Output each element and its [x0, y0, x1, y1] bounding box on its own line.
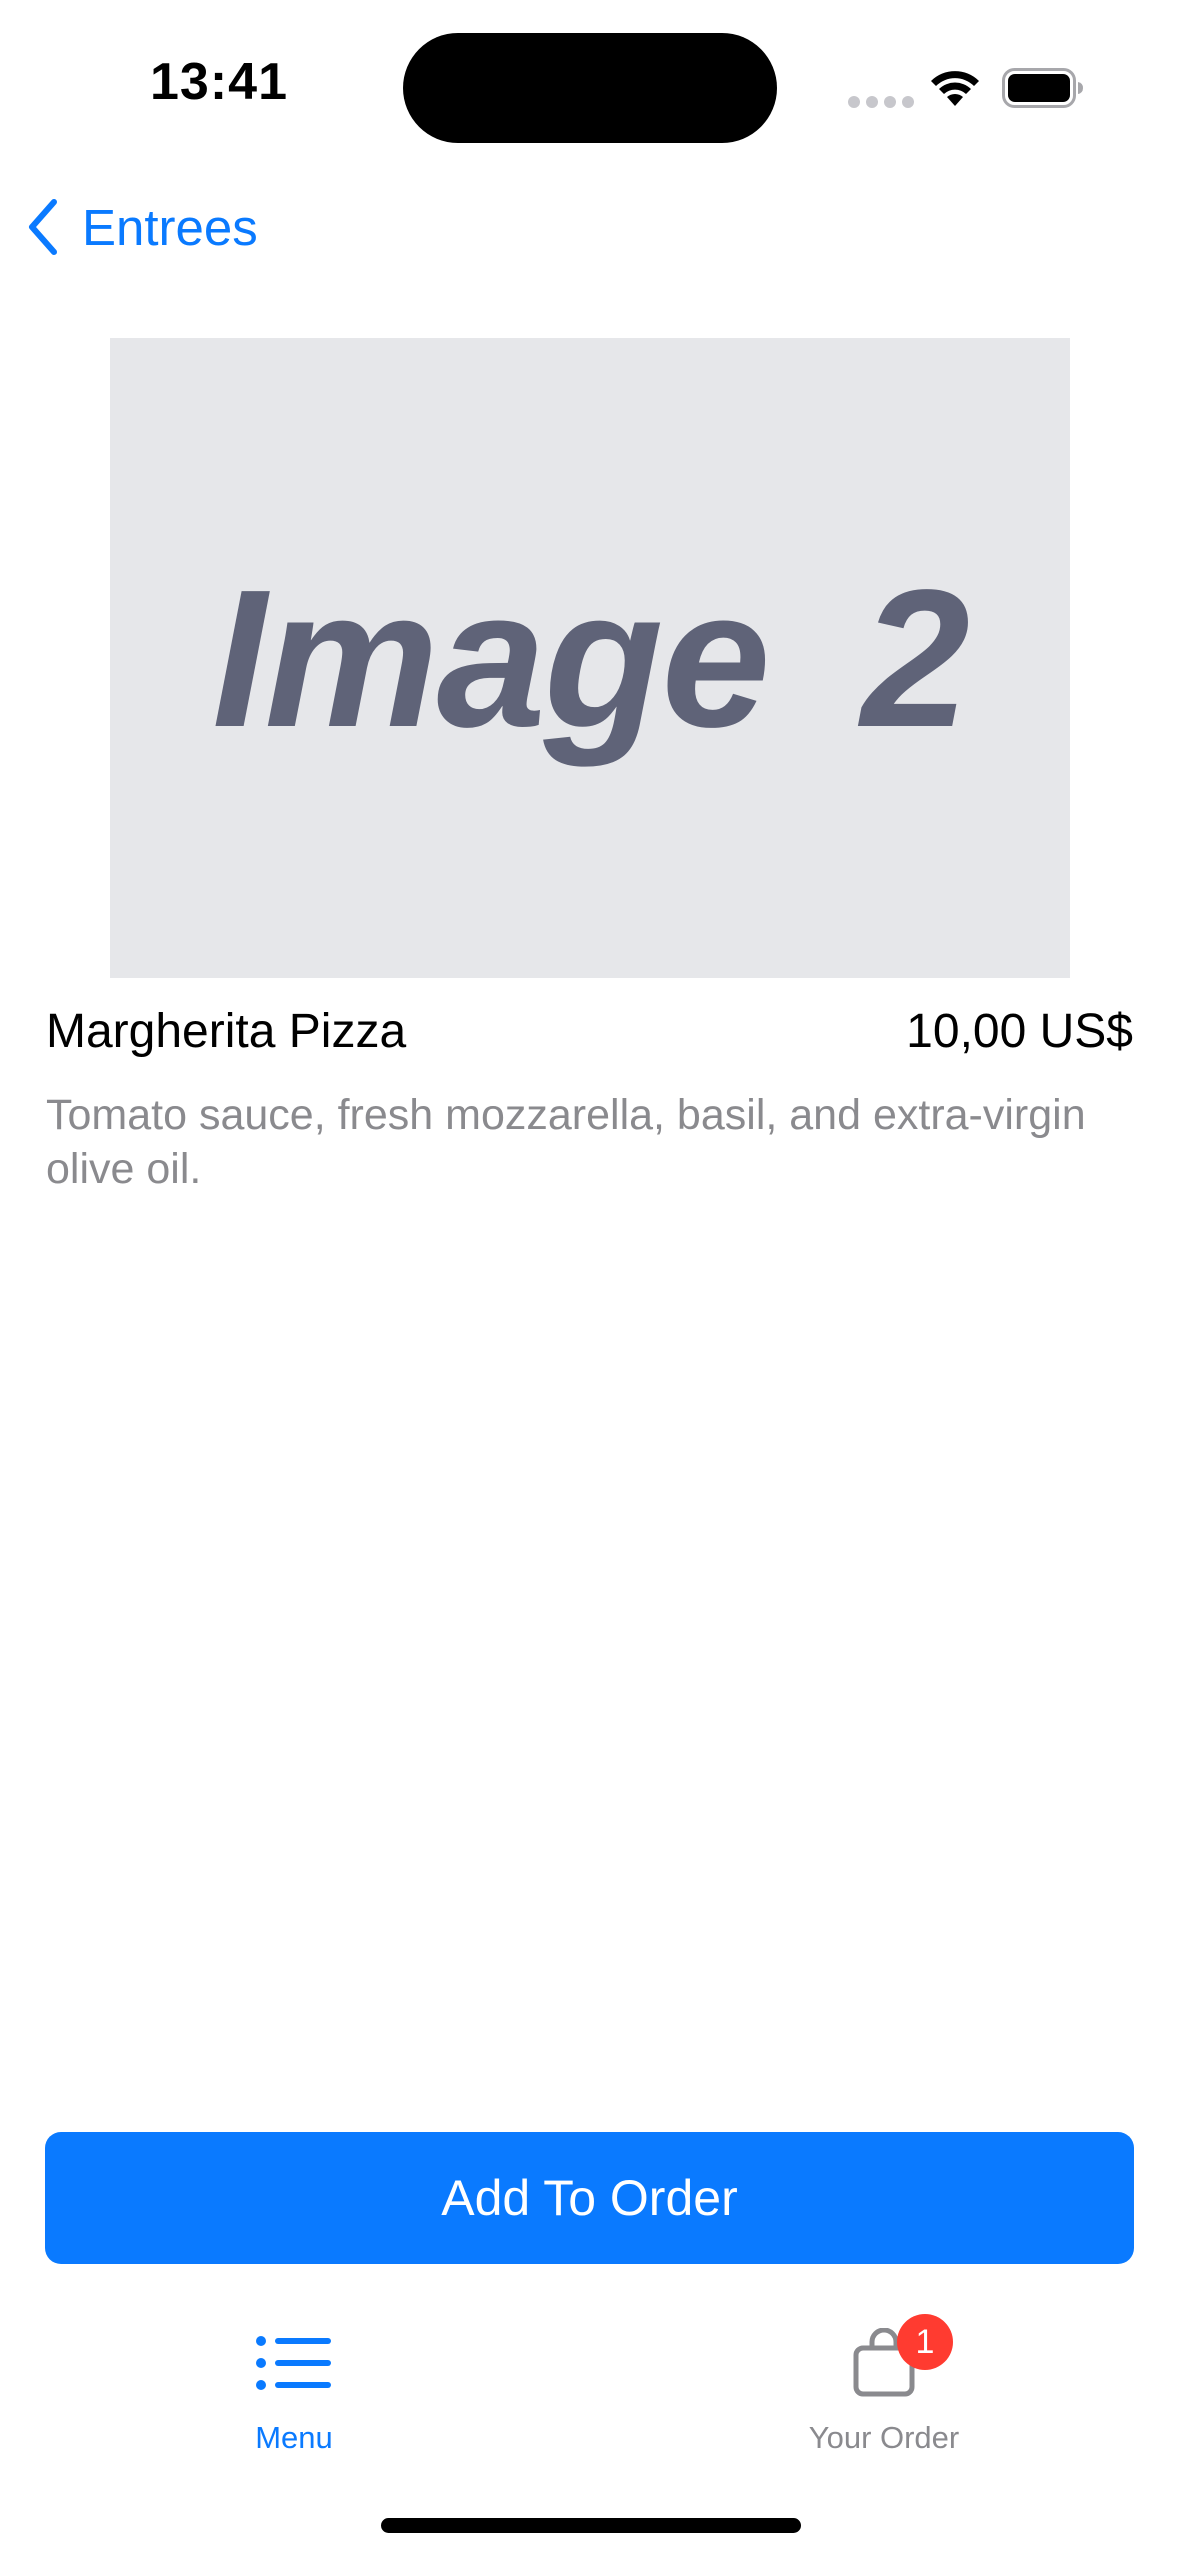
cellular-signal-icon	[848, 96, 914, 108]
back-button[interactable]: Entrees	[26, 192, 258, 262]
item-description: Tomato sauce, fresh mozzarella, basil, a…	[46, 1091, 1086, 1193]
home-indicator[interactable]	[381, 2518, 801, 2533]
back-button-label: Entrees	[82, 198, 258, 256]
status-time: 13:41	[150, 53, 288, 111]
order-count-badge: 1	[897, 2314, 953, 2370]
item-image-placeholder-text: Image 2	[212, 548, 970, 768]
tab-your-order[interactable]: 1 Your Order	[754, 2314, 1014, 2458]
item-price: 10,00 US$	[906, 1005, 1133, 1058]
bag-icon: 1	[839, 2314, 953, 2408]
add-to-order-button[interactable]: Add To Order	[45, 2132, 1134, 2264]
item-name: Margherita Pizza	[46, 1005, 407, 1058]
tab-menu[interactable]: Menu	[164, 2318, 424, 2458]
wifi-icon	[931, 71, 979, 106]
list-icon	[249, 2318, 339, 2408]
tab-your-order-label: Your Order	[808, 2420, 960, 2455]
dynamic-island	[403, 33, 777, 143]
chevron-left-icon	[26, 198, 60, 256]
item-image: Image 2	[110, 338, 1070, 978]
tab-menu-label: Menu	[255, 2420, 333, 2455]
battery-icon	[1002, 68, 1083, 108]
